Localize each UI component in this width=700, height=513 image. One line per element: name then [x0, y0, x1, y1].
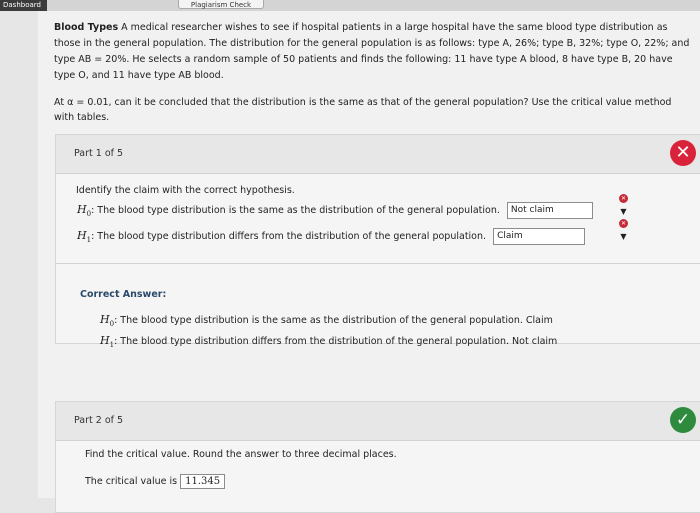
- dashboard-button[interactable]: Dashboard: [0, 0, 47, 11]
- problem-sheet: Blood Types A medical researcher wishes …: [38, 11, 700, 513]
- h0-row: H0: The blood type distribution is the s…: [77, 201, 593, 223]
- h0-chevron-down-icon[interactable]: ▼: [618, 207, 629, 218]
- x-icon: ✕: [670, 140, 696, 166]
- part-2-title: Part 2 of 5: [74, 415, 124, 426]
- problem-question: At α = 0.01, can it be concluded that th…: [54, 97, 672, 123]
- part-2-header: Part 2 of 5 ✓: [56, 402, 700, 441]
- critical-value-label: The critical value is: [85, 476, 178, 487]
- plagiarism-check-button[interactable]: Plagiarism Check: [178, 0, 264, 9]
- h0-symbol: H0: [77, 203, 92, 219]
- correct-h1-symbol: H1: [100, 334, 115, 350]
- problem-statement: Blood Types A medical researcher wishes …: [54, 20, 694, 84]
- h0-claim-select[interactable]: Not claim: [506, 202, 593, 219]
- part-1-prompt: Identify the claim with the correct hypo…: [76, 185, 295, 196]
- part-1-divider: [56, 263, 700, 264]
- critical-value-input[interactable]: 11.345: [180, 474, 226, 489]
- h1-error-icon: ✕: [619, 219, 628, 228]
- h1-symbol: H1: [77, 229, 92, 245]
- part-2-prompt: Find the critical value. Round the answe…: [85, 449, 397, 460]
- problem-title: Blood Types: [54, 22, 119, 33]
- h1-chevron-down-icon[interactable]: ▼: [618, 232, 629, 243]
- part-1-header: Part 1 of 5 ✕: [56, 135, 700, 174]
- top-bar: Dashboard Plagiarism Check: [0, 0, 700, 11]
- correct-h0-row: H0: The blood type distribution is the s…: [100, 311, 553, 333]
- critical-value-row: The critical value is 11.345: [85, 474, 226, 489]
- check-icon: ✓: [670, 407, 696, 433]
- correct-answer-label: Correct Answer:: [80, 289, 167, 300]
- h1-row: H1: The blood type distribution differs …: [77, 227, 586, 249]
- part-1-panel: Part 1 of 5 ✕ Identify the claim with th…: [55, 134, 700, 349]
- h1-text: : The blood type distribution differs fr…: [91, 231, 487, 242]
- correct-h0-symbol: H0: [100, 313, 115, 329]
- h0-error-icon: ✕: [619, 194, 628, 203]
- problem-text: A medical researcher wishes to see if ho…: [54, 22, 690, 81]
- correct-h0-text: : The blood type distribution is the sam…: [114, 315, 553, 326]
- part-1-title: Part 1 of 5: [74, 148, 124, 159]
- correct-h1-row: H1: The blood type distribution differs …: [100, 332, 557, 354]
- part-2-panel: Part 2 of 5 ✓ Find the critical value. R…: [55, 401, 700, 513]
- h1-claim-select[interactable]: Claim: [493, 228, 586, 245]
- correct-h1-text: : The blood type distribution differs fr…: [114, 336, 558, 347]
- h0-text: : The blood type distribution is the sam…: [91, 205, 500, 216]
